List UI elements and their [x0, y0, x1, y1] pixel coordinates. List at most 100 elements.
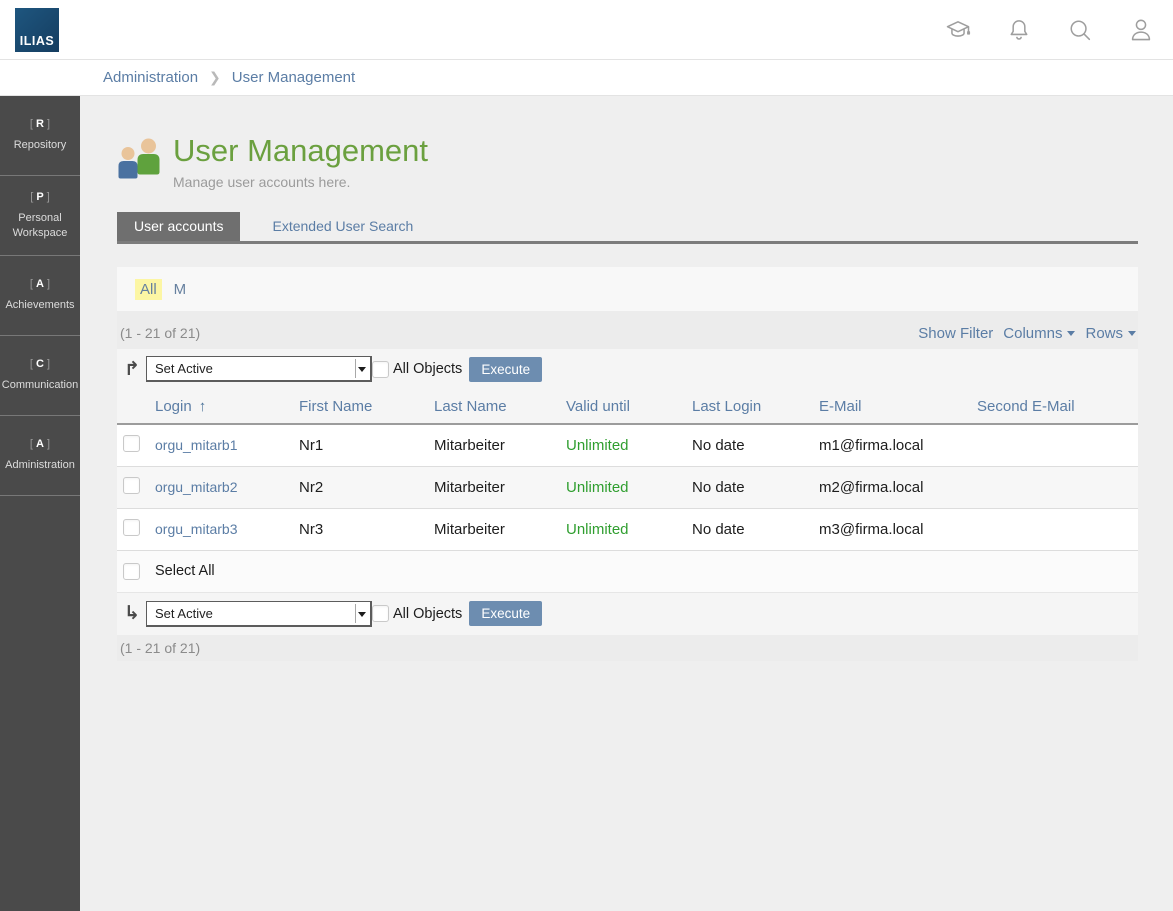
cell-checkbox	[117, 466, 155, 508]
bell-icon[interactable]	[1005, 16, 1033, 44]
sidebar-items: R Repository P Personal Workspace AAchieveme…	[0, 96, 80, 496]
cell-valid-until: Unlimited	[566, 508, 692, 550]
main-area: User Management Manage user accounts her…	[80, 96, 1173, 911]
cell-first-name: Nr2	[299, 466, 434, 508]
cell-last-login: No date	[692, 466, 819, 508]
column-header-link[interactable]: Last Name	[434, 398, 507, 415]
sidebar-item-label: Administration	[2, 458, 78, 472]
command-row-bottom: ↳ Set Active All Objects Execute	[117, 593, 1138, 635]
search-icon[interactable]	[1066, 16, 1094, 44]
cell-login: orgu_mitarb2	[155, 466, 299, 508]
breadcrumb: Administration ❯ User Management	[0, 60, 1173, 96]
personal-workspace-letter-icon: P	[30, 191, 50, 203]
sidebar-item-label: Repository	[11, 138, 70, 152]
action-select[interactable]: Set Active	[147, 357, 370, 380]
ilias-logo[interactable]: ILIAS	[15, 8, 59, 52]
tabs: User accounts Extended User Search	[117, 212, 1138, 244]
execute-button[interactable]: Execute	[469, 357, 542, 382]
cell-email: m1@firma.local	[819, 424, 977, 466]
column-header-second-e-mail: Second E-Mail	[977, 389, 1138, 424]
breadcrumb-user-management[interactable]: User Management	[232, 69, 355, 86]
cell-last-name: Mitarbeiter	[434, 508, 566, 550]
tab-user-accounts[interactable]: User accounts	[117, 212, 240, 241]
row-checkbox[interactable]	[123, 435, 140, 452]
cell-last-name: Mitarbeiter	[434, 424, 566, 466]
apply-to-selection-arrow-icon: ↳	[124, 604, 141, 623]
column-header-last-login: Last Login	[692, 389, 819, 424]
column-header-e-mail: E-Mail	[819, 389, 977, 424]
command-row-top: ↱ Set Active All Objects Execute	[117, 349, 1138, 389]
sidebar-item-communication[interactable]: C Communication	[0, 336, 80, 416]
column-header-link[interactable]: Last Login	[692, 398, 761, 415]
repository-letter-icon: R	[30, 118, 50, 130]
communication-letter-icon: C	[30, 358, 50, 370]
caret-down-icon	[1128, 331, 1136, 336]
rows-dropdown[interactable]: Rows	[1085, 325, 1136, 342]
column-header-last-name: Last Name	[434, 389, 566, 424]
all-objects-checkbox[interactable]	[372, 361, 389, 378]
letter-filter: All M	[117, 267, 1138, 311]
action-select-wrap: Set Active	[146, 601, 372, 627]
tab-extended-user-search[interactable]: Extended User Search	[255, 212, 430, 241]
cell-login: orgu_mitarb1	[155, 424, 299, 466]
cell-first-name: Nr1	[299, 424, 434, 466]
cell-email: m2@firma.local	[819, 466, 977, 508]
table-header-row: Login ↑ First Name Last Name Valid until Last…	[117, 389, 1138, 424]
user-login-link[interactable]: orgu_mitarb3	[155, 521, 238, 537]
column-header-link[interactable]: E-Mail	[819, 398, 862, 415]
logo-text: ILIAS	[20, 34, 54, 48]
table-toolbar-top: (1 - 21 of 21) Show Filter Columns Rows	[117, 311, 1138, 349]
sidebar-item-label: Communication	[0, 378, 81, 392]
cell-checkbox	[117, 508, 155, 550]
graduation-cap-icon[interactable]	[944, 16, 972, 44]
chevron-right-icon: ❯	[209, 69, 221, 86]
filter-letter-m[interactable]: M	[174, 281, 187, 298]
sort-ascending-icon[interactable]: ↑	[199, 398, 207, 415]
cell-last-login: No date	[692, 424, 819, 466]
sidebar: R Repository P Personal Workspace AAchieveme…	[0, 96, 80, 911]
cell-valid-until: Unlimited	[566, 466, 692, 508]
column-header-login: Login ↑	[155, 389, 299, 424]
pagination-info: (1 - 21 of 21)	[120, 640, 200, 656]
column-header-link[interactable]: Valid until	[566, 398, 630, 415]
breadcrumb-administration[interactable]: Administration	[103, 69, 198, 86]
row-checkbox[interactable]	[123, 477, 140, 494]
all-objects-label: All Objects	[393, 606, 462, 622]
administration-letter-icon: A	[30, 438, 50, 450]
show-filter-link[interactable]: Show Filter	[918, 325, 993, 342]
apply-to-selection-arrow-icon: ↱	[124, 360, 141, 379]
all-objects-checkbox[interactable]	[372, 605, 389, 622]
caret-down-icon	[1067, 331, 1075, 336]
action-select[interactable]: Set Active	[147, 602, 370, 625]
page-title: User Management	[173, 134, 428, 168]
user-table-panel: All M (1 - 21 of 21) Show Filter Columns …	[117, 267, 1138, 661]
execute-button[interactable]: Execute	[469, 601, 542, 626]
columns-dropdown[interactable]: Columns	[1003, 325, 1075, 342]
sidebar-item-achievements[interactable]: AAchievements	[0, 256, 80, 336]
cell-second-email	[977, 424, 1138, 466]
column-header-first-name: First Name	[299, 389, 434, 424]
all-objects-label: All Objects	[393, 361, 462, 377]
table-row: orgu_mitarb2Nr2MitarbeiterUnlimitedNo da…	[117, 466, 1138, 508]
cell-checkbox	[117, 424, 155, 466]
sidebar-item-administration[interactable]: A Administration	[0, 416, 80, 496]
column-header-link[interactable]: Second E-Mail	[977, 398, 1075, 415]
cell-last-login: No date	[692, 508, 819, 550]
page-subtitle: Manage user accounts here.	[173, 174, 428, 190]
select-all-checkbox[interactable]	[123, 563, 140, 580]
user-icon[interactable]	[1127, 16, 1155, 44]
sidebar-item-personal-workspace[interactable]: P Personal Workspace	[0, 176, 80, 256]
user-login-link[interactable]: orgu_mitarb2	[155, 479, 238, 495]
sidebar-item-repository[interactable]: R Repository	[0, 96, 80, 176]
users-icon	[117, 137, 163, 179]
sidebar-item-label: Personal Workspace	[0, 211, 80, 240]
cell-second-email	[977, 466, 1138, 508]
filter-letter-all[interactable]: All	[135, 279, 162, 300]
pagination-info: (1 - 21 of 21)	[120, 325, 200, 341]
cell-valid-until: Unlimited	[566, 424, 692, 466]
row-checkbox[interactable]	[123, 519, 140, 536]
column-header-link[interactable]: Login	[155, 398, 192, 415]
page-header: User Management Manage user accounts her…	[117, 96, 1138, 190]
column-header-link[interactable]: First Name	[299, 398, 372, 415]
user-login-link[interactable]: orgu_mitarb1	[155, 437, 238, 453]
